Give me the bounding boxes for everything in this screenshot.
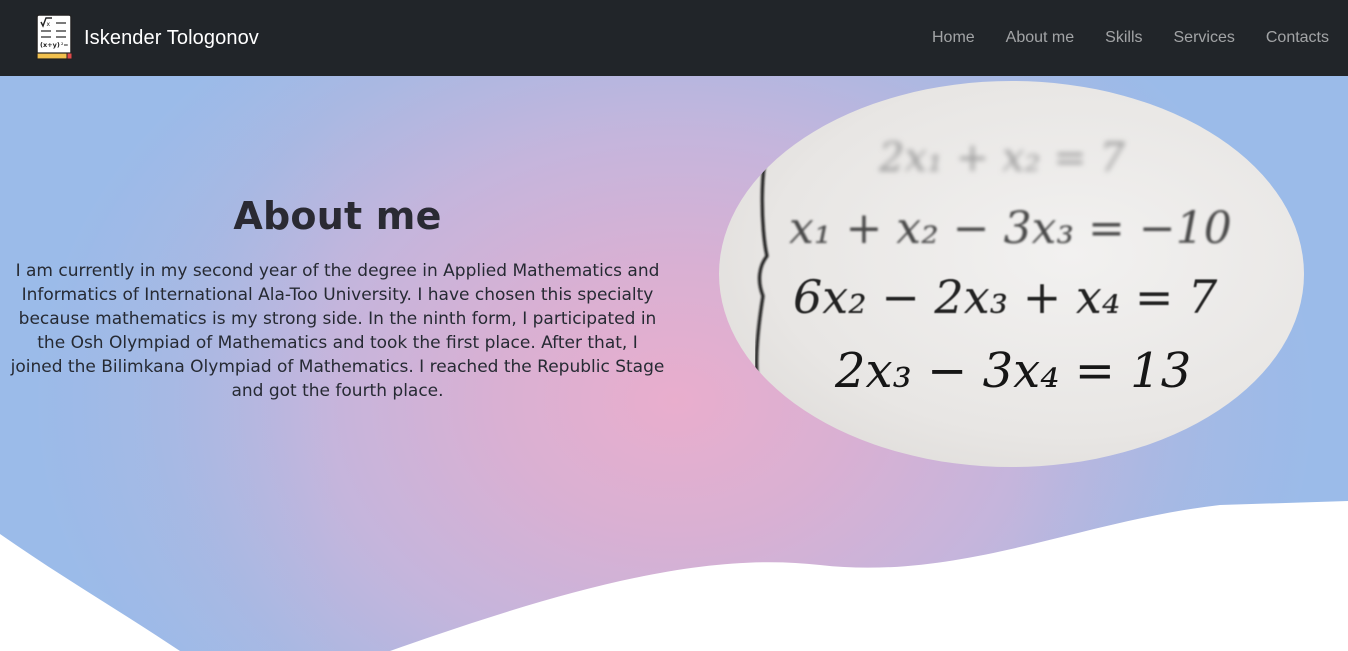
svg-text:x: x — [47, 21, 51, 28]
math-equations-image: 2x₁ + x₂ = 7 x₁ + x₂ − 3x₃ = −10 6x₂ − 2… — [719, 81, 1304, 467]
about-title: About me — [233, 194, 442, 238]
svg-text:(x+y): (x+y) — [40, 41, 60, 49]
svg-text:2x₃ − 3x₄ = 13: 2x₃ − 3x₄ = 13 — [834, 343, 1191, 399]
equations-illustration: 2x₁ + x₂ = 7 x₁ + x₂ − 3x₃ = −10 6x₂ − 2… — [754, 135, 1232, 399]
svg-text:6x₂ − 2x₃ + x₄ = 7: 6x₂ − 2x₃ + x₄ = 7 — [793, 270, 1218, 324]
about-block: About me I am currently in my second yea… — [10, 194, 665, 403]
brand-link[interactable]: x (x+y) ²= Iskender Tologonov — [34, 13, 259, 63]
nav-about-link[interactable]: About me — [1006, 29, 1074, 47]
navbar: x (x+y) ²= Iskender Tologonov Home About… — [0, 0, 1348, 76]
svg-text:²=: ²= — [61, 42, 68, 49]
about-section: About me I am currently in my second yea… — [0, 76, 1348, 651]
svg-text:2x₁ + x₂ = 7: 2x₁ + x₂ = 7 — [878, 135, 1126, 181]
nav-contacts-link[interactable]: Contacts — [1266, 29, 1329, 47]
nav-links: Home About me Skills Services Contacts — [932, 29, 1329, 47]
math-book-icon: x (x+y) ²= — [36, 14, 73, 60]
svg-text:x₁ + x₂ − 3x₃ = −10: x₁ + x₂ − 3x₃ = −10 — [789, 203, 1232, 254]
nav-skills-link[interactable]: Skills — [1105, 29, 1142, 47]
about-text: I am currently in my second year of the … — [10, 261, 665, 401]
brand-name: Iskender Tologonov — [84, 26, 259, 49]
nav-home-link[interactable]: Home — [932, 29, 975, 47]
bottom-wave-divider — [0, 501, 1348, 651]
nav-services-link[interactable]: Services — [1174, 29, 1235, 47]
